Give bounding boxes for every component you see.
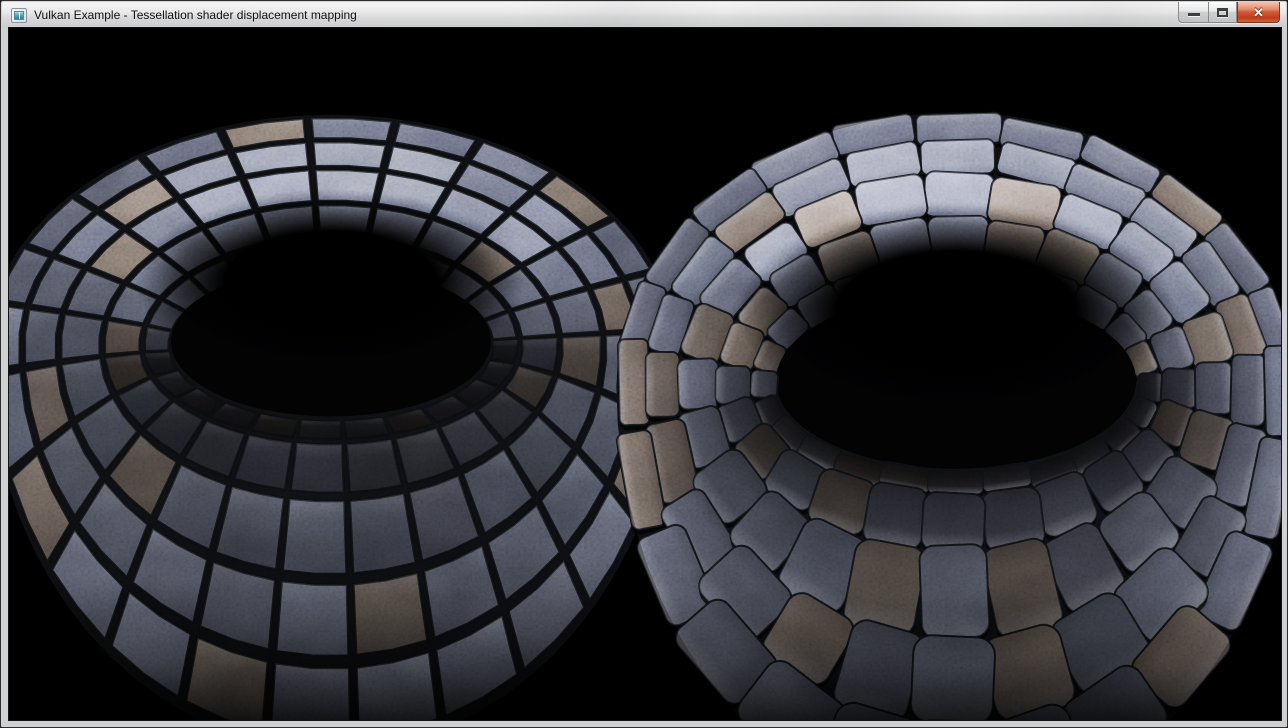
title-bar[interactable]: Vulkan Example - Tessellation shader dis… xyxy=(2,2,1286,28)
maximize-icon xyxy=(1217,8,1228,17)
minimize-button[interactable] xyxy=(1178,2,1208,23)
caption-button-group: ✕ xyxy=(1178,2,1280,23)
app-window: Vulkan Example - Tessellation shader dis… xyxy=(0,0,1288,728)
vulkan-example-app-icon[interactable] xyxy=(11,8,27,23)
close-icon: ✕ xyxy=(1253,6,1264,19)
bottom-vignette xyxy=(9,498,1281,720)
close-button[interactable]: ✕ xyxy=(1237,2,1280,23)
maximize-button[interactable] xyxy=(1208,2,1237,23)
window-title: Vulkan Example - Tessellation shader dis… xyxy=(34,8,357,22)
render-viewport[interactable] xyxy=(9,28,1281,720)
app-icon-glyph xyxy=(14,11,24,20)
render-viewport-svg xyxy=(9,28,1281,720)
minimize-icon xyxy=(1188,13,1200,16)
